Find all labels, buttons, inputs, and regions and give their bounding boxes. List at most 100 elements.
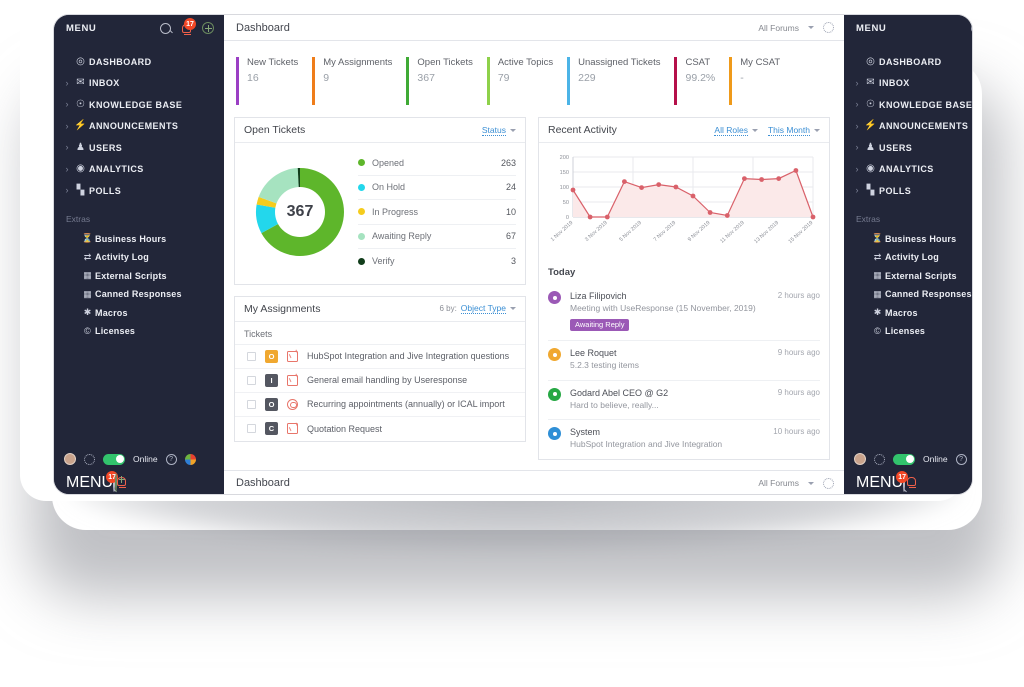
legend-value: 263 [500,157,516,168]
sidebar-item-label: ANNOUNCEMENTS [879,121,969,132]
list-item[interactable]: Liza Filipovich 2 hours ago Meeting with… [548,284,820,340]
row-checkbox[interactable] [247,399,256,409]
top-bar: Dashboard All Forums [224,15,844,41]
sidebar-item-macros[interactable]: ✱ Macros [844,304,972,323]
gear-icon[interactable] [823,477,834,489]
help-icon[interactable]: ? [165,453,177,465]
sidebar-item-polls[interactable]: › ▚ POLLS [54,180,224,202]
status-filter-link[interactable]: Status [481,125,506,136]
stat-card-my-csat[interactable]: My CSAT - [729,57,780,105]
legend-dot [358,159,365,167]
plus-circle-icon[interactable] [202,22,214,34]
stat-card-open-tickets[interactable]: Open Tickets 367 [406,57,473,105]
avatar[interactable] [64,453,76,465]
stat-value: - [740,72,744,84]
row-checkbox[interactable] [247,351,256,361]
table-row[interactable]: O HubSpot Integration and Jive Integrati… [235,345,525,369]
roles-filter-link[interactable]: All Roles [714,125,748,136]
stat-card-my-assignments[interactable]: My Assignments 9 [312,57,392,105]
table-row[interactable]: C Quotation Request [235,417,525,441]
stat-card-unassigned-tickets[interactable]: Unassigned Tickets 229 [567,57,660,105]
sidebar-item-business-hours[interactable]: ⏳ Business Hours [844,230,972,249]
sidebar-item-analytics[interactable]: › ◉ ANALYTICS [844,159,972,181]
forum-filter[interactable]: All Forums [758,23,799,33]
sidebar-item-business-hours[interactable]: ⏳ Business Hours [54,230,224,249]
bolt-icon: ⚡ [74,120,87,132]
sidebar-item-licenses[interactable]: © Licenses [54,322,224,341]
sidebar-item-dashboard[interactable]: ◎ DASHBOARD [54,51,224,73]
row-title: HubSpot Integration and Jive Integration… [307,351,510,361]
chevron-down-icon[interactable] [510,128,516,132]
online-toggle[interactable] [893,453,915,465]
sidebar-item-announcements[interactable]: › ⚡ ANNOUNCEMENTS [844,116,972,138]
help-icon[interactable]: ? [955,453,967,465]
chevron-down-icon[interactable] [510,307,516,310]
sidebar-item-external-scripts[interactable]: ▦ External Scripts [844,267,972,286]
sidebar-item-activity-log[interactable]: ⇄ Activity Log [844,248,972,267]
stat-card-csat[interactable]: CSAT 99.2% [674,57,715,105]
svg-text:13 Nov 2019: 13 Nov 2019 [753,220,780,245]
device-frame: MENU 17 ◎ DASHBOARD › ✉ INBOX › ☉ KNOWLE… [20,4,973,501]
chevron-down-icon[interactable] [808,481,814,485]
sidebar-item-users[interactable]: › ♟ USERS [54,137,224,159]
activity-icon: ⇄ [83,251,92,262]
apps-icon[interactable] [184,453,196,465]
target-icon [548,291,561,304]
sidebar-item-inbox[interactable]: › ✉ INBOX [844,73,972,95]
table-row[interactable]: I General email handling by Useresponse [235,369,525,393]
chevron-down-icon[interactable] [751,128,758,132]
compass-icon: ◎ [76,55,85,67]
gear-icon[interactable] [874,453,885,465]
search-icon[interactable] [971,22,972,34]
sidebar-item-macros[interactable]: ✱ Macros [54,304,224,323]
sidebar-item-knowledge-base[interactable]: › ☉ KNOWLEDGE BASE [844,94,972,116]
stat-card-new-tickets[interactable]: New Tickets 16 [236,57,298,105]
sidebar-item-activity-log[interactable]: ⇄ Activity Log [54,248,224,267]
sidebar-item-external-scripts[interactable]: ▦ External Scripts [54,267,224,286]
list-item[interactable]: System 10 hours ago HubSpot Integration … [548,419,820,458]
sidebar-item-polls[interactable]: › ▚ POLLS [844,180,972,202]
gear-icon[interactable] [84,453,95,465]
avatar[interactable] [854,453,866,465]
clock-icon: ⏳ [871,233,884,244]
list-item[interactable]: Lee Roquet 9 hours ago 5.2.3 testing ite… [548,340,820,379]
extras-item-label: External Scripts [885,270,957,281]
sidebar-item-canned-responses[interactable]: ▦ Canned Responses [844,285,972,304]
plus-circle-icon[interactable] [115,473,118,492]
forum-filter[interactable]: All Forums [758,478,799,488]
svg-text:0: 0 [566,215,569,221]
sidebar-item-licenses[interactable]: © Licenses [844,322,972,341]
sidebar-item-announcements[interactable]: › ⚡ ANNOUNCEMENTS [54,116,224,138]
bolt-icon: ⚡ [864,120,877,132]
row-checkbox[interactable] [247,375,256,385]
sidebar-item-analytics[interactable]: › ◉ ANALYTICS [54,159,224,181]
sidebar-item-canned-responses[interactable]: ▦ Canned Responses [54,285,224,304]
sidebar-item-label: INBOX [89,78,120,89]
extras-item-label: Macros [95,307,128,318]
row-checkbox[interactable] [247,424,256,433]
page-title: Dashboard [236,21,290,34]
sidebar-item-inbox[interactable]: › ✉ INBOX [54,73,224,95]
stat-card-active-topics[interactable]: Active Topics 79 [486,57,553,105]
online-toggle[interactable] [103,453,125,465]
comment-icon [548,348,561,362]
sort-by-link[interactable]: Object Type [460,303,506,314]
notifications-button[interactable]: 17 [180,18,196,35]
chevron-right-icon: › [855,185,859,196]
gear-icon[interactable] [823,22,834,33]
chevron-down-icon[interactable] [814,128,820,132]
table-row[interactable]: O Recurring appointments (annually) or I… [235,393,525,417]
chevron-down-icon[interactable] [808,26,814,29]
recent-activity-panel: Recent Activity All Roles This Month 200… [538,117,830,460]
svg-text:150: 150 [560,170,569,176]
list-item[interactable]: Godard Abel CEO @ G2 9 hours ago Hard to… [548,379,820,419]
sidebar-item-label: ANALYTICS [879,164,934,175]
sidebar-item-users[interactable]: › ♟ USERS [844,137,972,159]
row-title: General email handling by Useresponse [307,375,468,385]
sidebar-item-dashboard[interactable]: ◎ DASHBOARD [844,51,972,73]
grid-icon: ▦ [83,288,92,299]
lightbulb-icon: ☉ [866,98,875,110]
sidebar-item-knowledge-base[interactable]: › ☉ KNOWLEDGE BASE [54,94,224,116]
search-icon[interactable] [160,22,171,34]
period-filter-link[interactable]: This Month [767,125,810,136]
